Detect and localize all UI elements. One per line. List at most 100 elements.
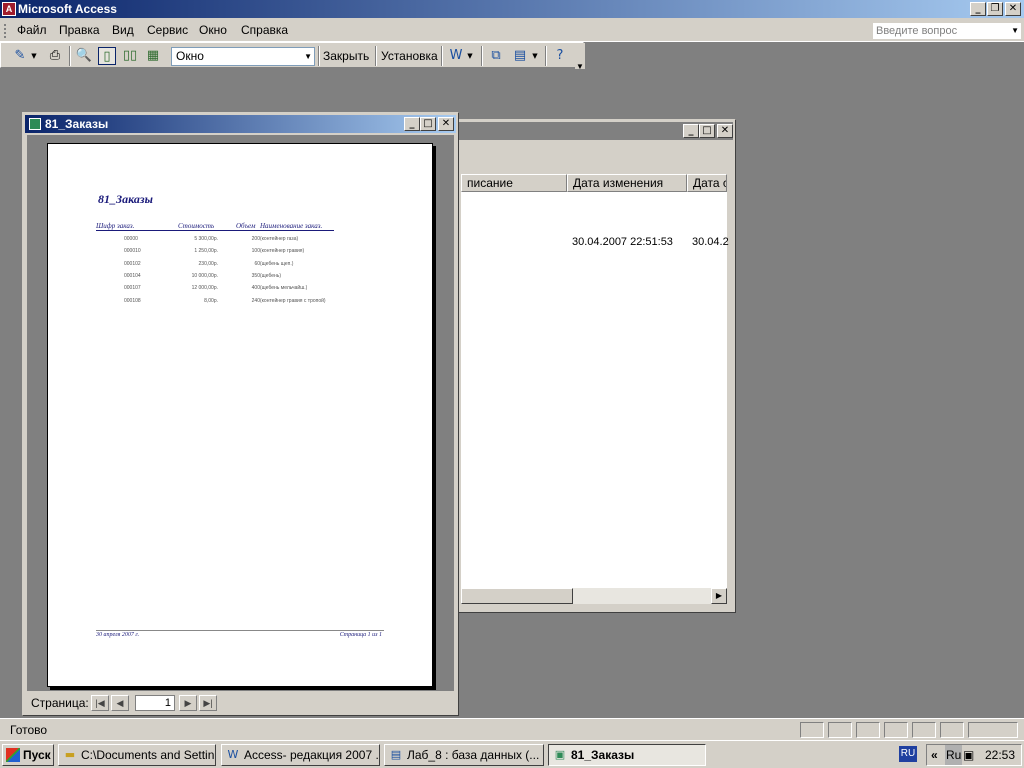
- report-window-title-bar[interactable]: 81_Заказы _ □ ✕: [25, 115, 456, 133]
- new-object-icon[interactable]: ▤: [511, 47, 529, 65]
- report-title: 81_Заказы: [98, 192, 153, 206]
- menu-file[interactable]: Файл: [17, 23, 47, 37]
- taskbar: Пуск ▬ C:\Documents and Settin... W Acce…: [0, 740, 1024, 768]
- folder-icon: ▬: [64, 748, 76, 761]
- close-preview-button[interactable]: Закрыть: [323, 49, 369, 63]
- report-icon: ▣: [554, 748, 566, 761]
- last-page-icon[interactable]: ▶|: [199, 695, 217, 711]
- one-page-icon[interactable]: ▯: [98, 47, 116, 65]
- status-panel: [828, 722, 852, 738]
- chevron-down-icon[interactable]: ▼: [530, 47, 540, 65]
- next-page-icon[interactable]: ▶: [179, 695, 197, 711]
- report-row: 00000 5 300,00р. 200 (контейнер газа): [124, 236, 299, 242]
- status-bar: Готово: [0, 718, 1024, 740]
- chevron-down-icon[interactable]: ▼: [304, 48, 312, 65]
- cell-modified: 30.04.2007 22:51:53: [572, 236, 673, 248]
- minimize-icon[interactable]: _: [970, 2, 986, 16]
- status-panel: [856, 722, 880, 738]
- start-button[interactable]: Пуск: [2, 744, 54, 766]
- status-panel: [884, 722, 908, 738]
- page-label: Страница:: [31, 696, 89, 710]
- toolbar-options-icon[interactable]: ▼: [575, 43, 585, 71]
- horizontal-scrollbar[interactable]: ▶: [461, 588, 727, 604]
- toolbar-separator: [375, 46, 377, 66]
- status-panel: [968, 722, 1018, 738]
- toolbar-separator: [318, 46, 320, 66]
- task-explorer[interactable]: ▬ C:\Documents and Settin...: [58, 744, 216, 766]
- report-page[interactable]: 81_Заказы Шифр заказ. Стоимость Объем На…: [47, 143, 433, 687]
- report-preview-window: 81_Заказы _ □ ✕ 81_Заказы Шифр заказ. Ст…: [22, 112, 459, 716]
- chevron-down-icon[interactable]: ▼: [465, 47, 475, 65]
- print-preview-toolbar: ✎ ▼ ⎙ 🔍 ▯ ▯▯ ▦ Окно ▼ Закрыть Установка …: [0, 42, 585, 71]
- toolbar-separator: [69, 46, 71, 66]
- start-label: Пуск: [23, 748, 51, 762]
- close-icon[interactable]: ✕: [717, 124, 733, 138]
- help-placeholder: Введите вопрос: [876, 25, 958, 37]
- database-window-icon[interactable]: ⧉: [487, 47, 505, 65]
- app-title: Microsoft Access: [18, 2, 117, 16]
- word-icon: W: [227, 748, 239, 761]
- zoom-select[interactable]: Окно ▼: [171, 47, 315, 66]
- preview-area[interactable]: 81_Заказы Шифр заказ. Стоимость Объем На…: [27, 135, 454, 691]
- menu-bar: Файл Правка Вид Сервис Окно Справка: [0, 18, 1024, 42]
- zoom-icon[interactable]: 🔍: [75, 47, 93, 65]
- help-search-input[interactable]: Введите вопрос ▼: [872, 22, 1022, 40]
- report-header-code: Шифр заказ.: [96, 222, 135, 230]
- help-icon[interactable]: ?: [551, 47, 569, 65]
- page-navigation: Страница: |◀ ◀ 1 ▶ ▶|: [27, 693, 454, 713]
- prev-page-icon[interactable]: ◀: [111, 695, 129, 711]
- toolbar-separator: [481, 46, 483, 66]
- design-view-icon[interactable]: ✎: [11, 47, 29, 65]
- report-footer-date: 30 апреля 2007 г.: [96, 632, 140, 638]
- chevron-down-icon[interactable]: ▼: [29, 47, 39, 65]
- scrollbar-thumb[interactable]: [461, 588, 573, 604]
- tray-language[interactable]: Ru: [945, 745, 963, 765]
- report-header-volume: Объем: [236, 222, 256, 230]
- office-links-icon[interactable]: W: [447, 47, 465, 65]
- menu-window[interactable]: Окно: [199, 23, 227, 37]
- network-icon[interactable]: ▣: [963, 745, 974, 765]
- menu-view[interactable]: Вид: [112, 23, 134, 37]
- task-database[interactable]: ▤ Лаб_8 : база данных (...: [384, 744, 544, 766]
- report-row: 000102 230,00р. 60 (щебень щеп.): [124, 261, 294, 267]
- database-window-title-bar[interactable]: _ □ ✕: [455, 122, 733, 140]
- page-setup-button[interactable]: Установка: [381, 49, 438, 63]
- close-icon[interactable]: ✕: [1005, 2, 1021, 16]
- menu-edit[interactable]: Правка: [59, 23, 100, 37]
- menu-help[interactable]: Справка: [241, 23, 288, 37]
- minimize-icon[interactable]: _: [404, 117, 420, 131]
- close-icon[interactable]: ✕: [438, 117, 454, 131]
- header-divider: [96, 230, 334, 231]
- maximize-icon[interactable]: □: [420, 117, 436, 131]
- language-indicator[interactable]: RU: [899, 746, 917, 762]
- task-report[interactable]: ▣ 81_Заказы: [548, 744, 706, 766]
- windows-logo-icon: [6, 748, 20, 762]
- column-header-description[interactable]: писание: [461, 174, 567, 192]
- two-pages-icon[interactable]: ▯▯: [121, 47, 139, 65]
- restore-icon[interactable]: ❐: [987, 2, 1003, 16]
- status-panel: [912, 722, 936, 738]
- task-word[interactable]: W Access- редакция 2007 ...: [221, 744, 380, 766]
- report-row: 000104 10 000,00р. 350 (щебень): [124, 273, 282, 279]
- toolbar-separator: [441, 46, 443, 66]
- first-page-icon[interactable]: |◀: [91, 695, 109, 711]
- multiple-pages-icon[interactable]: ▦: [144, 47, 162, 65]
- app-title-bar[interactable]: A Microsoft Access _ ❐ ✕: [0, 0, 1024, 18]
- report-row: 000010 1 250,00р. 100 (контейнер гравия): [124, 248, 305, 254]
- status-text: Готово: [10, 723, 48, 737]
- desktop: A Microsoft Access _ ❐ ✕ Файл Правка Вид…: [0, 0, 1024, 768]
- menu-tools[interactable]: Сервис: [147, 23, 188, 37]
- tray-expand-icon[interactable]: «: [931, 745, 938, 765]
- report-row: 000107 12 000,00р. 400 (щебень мельчайш.…: [124, 285, 308, 291]
- clock[interactable]: 22:53: [985, 745, 1015, 765]
- minimize-icon[interactable]: _: [683, 124, 699, 138]
- scroll-right-icon[interactable]: ▶: [711, 588, 727, 604]
- column-header-created[interactable]: Дата с: [687, 174, 727, 192]
- maximize-icon[interactable]: □: [699, 124, 715, 138]
- column-header-modified[interactable]: Дата изменения: [567, 174, 687, 192]
- chevron-down-icon[interactable]: ▼: [1011, 23, 1019, 39]
- report-icon: [29, 118, 41, 130]
- page-number-input[interactable]: 1: [135, 695, 175, 711]
- menu-grip[interactable]: [4, 24, 7, 38]
- print-icon[interactable]: ⎙: [46, 47, 64, 65]
